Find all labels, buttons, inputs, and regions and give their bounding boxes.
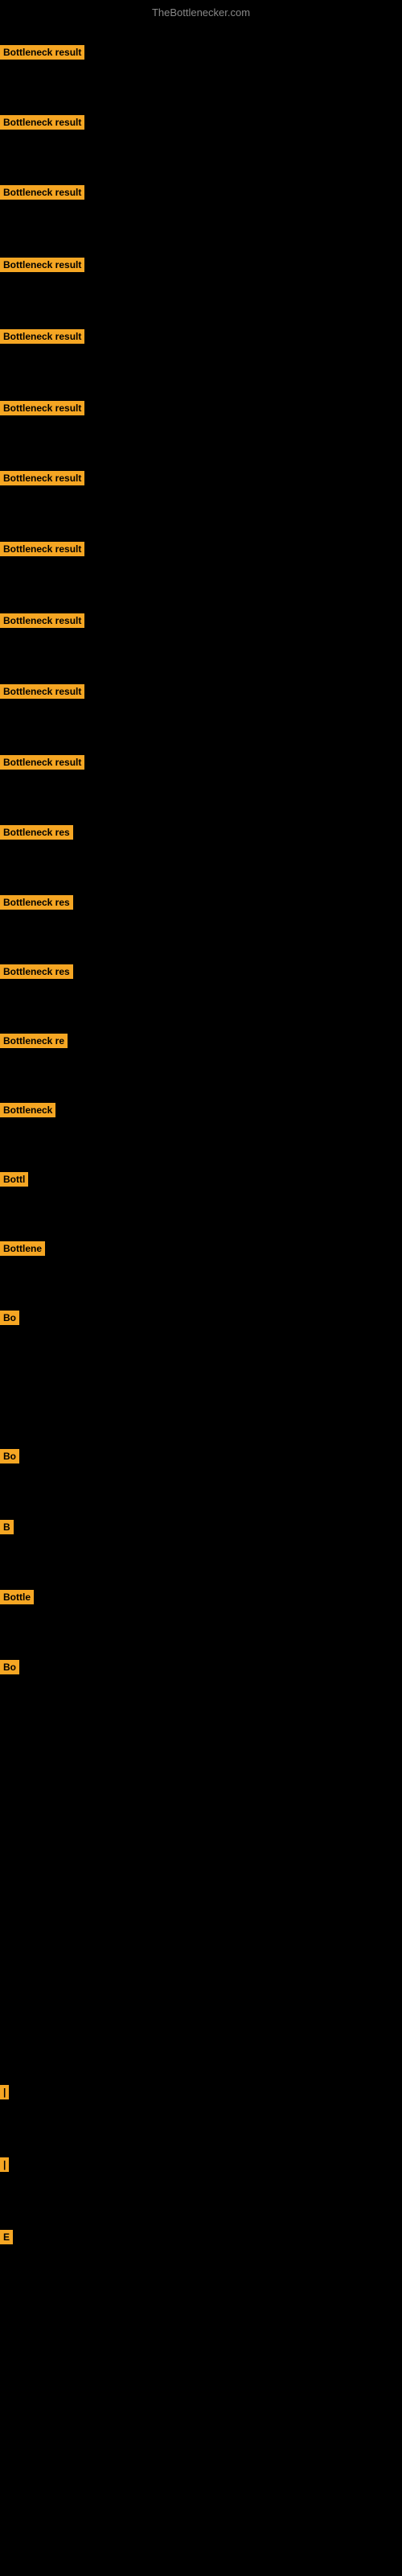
bottleneck-label-23: Bo <box>0 1660 19 1674</box>
bottleneck-label-26: E <box>0 2230 13 2244</box>
bottleneck-label-24: | <box>0 2085 9 2099</box>
bottleneck-label-4: Bottleneck result <box>0 258 84 272</box>
bottleneck-label-14: Bottleneck res <box>0 964 73 979</box>
bottleneck-label-15: Bottleneck re <box>0 1034 68 1048</box>
site-title: TheBottlenecker.com <box>152 6 250 19</box>
bottleneck-label-17: Bottl <box>0 1172 28 1187</box>
bottleneck-label-7: Bottleneck result <box>0 471 84 485</box>
bottleneck-label-12: Bottleneck res <box>0 825 73 840</box>
bottleneck-label-9: Bottleneck result <box>0 613 84 628</box>
bottleneck-label-5: Bottleneck result <box>0 329 84 344</box>
bottleneck-label-10: Bottleneck result <box>0 684 84 699</box>
bottleneck-label-3: Bottleneck result <box>0 185 84 200</box>
bottleneck-label-22: Bottle <box>0 1590 34 1604</box>
bottleneck-label-8: Bottleneck result <box>0 542 84 556</box>
bottleneck-label-21: B <box>0 1520 14 1534</box>
bottleneck-label-13: Bottleneck res <box>0 895 73 910</box>
bottleneck-label-18: Bottlene <box>0 1241 45 1256</box>
bottleneck-label-16: Bottleneck <box>0 1103 55 1117</box>
bottleneck-label-6: Bottleneck result <box>0 401 84 415</box>
bottleneck-label-2: Bottleneck result <box>0 115 84 130</box>
bottleneck-label-25: | <box>0 2157 9 2172</box>
bottleneck-label-19: Bo <box>0 1311 19 1325</box>
bottleneck-label-1: Bottleneck result <box>0 45 84 60</box>
bottleneck-label-11: Bottleneck result <box>0 755 84 770</box>
bottleneck-label-20: Bo <box>0 1449 19 1463</box>
